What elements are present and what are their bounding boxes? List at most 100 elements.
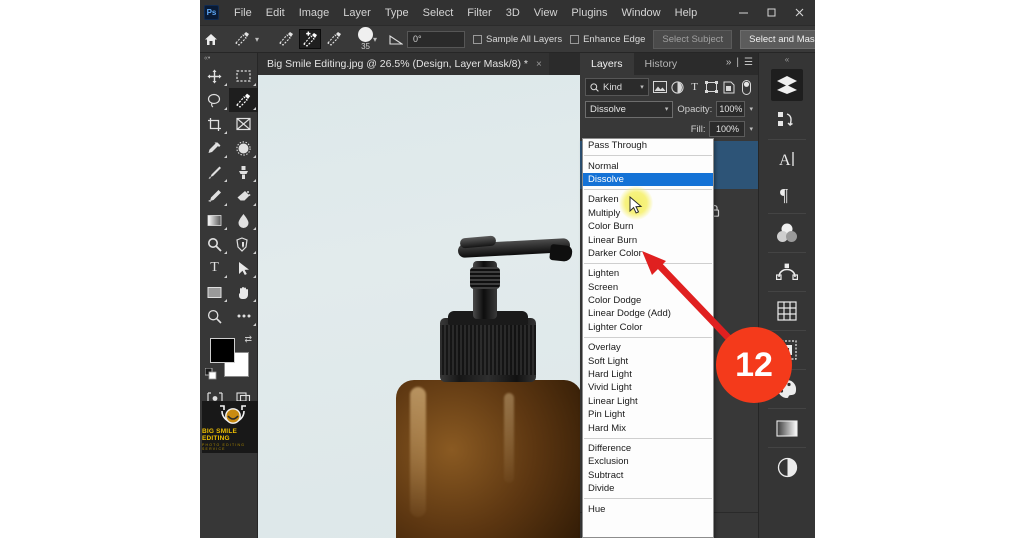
tab-history[interactable]: History — [634, 53, 689, 75]
new-selection-icon[interactable] — [275, 29, 297, 49]
smart-object-filter-icon[interactable] — [723, 78, 736, 96]
close-button[interactable] — [785, 2, 813, 24]
menu-filter[interactable]: Filter — [460, 4, 498, 22]
enhance-edge-checkbox[interactable] — [570, 34, 580, 44]
path-selection-tool[interactable] — [229, 256, 258, 280]
eyedropper-tool[interactable] — [200, 136, 229, 160]
filter-kind-select[interactable]: Kind ▾ — [585, 78, 649, 96]
frame-tool[interactable] — [229, 112, 258, 136]
collapse-dock-icon[interactable]: « — [759, 53, 815, 66]
blend-mode-select[interactable]: Dissolve ▾ — [585, 100, 674, 118]
subtract-from-selection-icon[interactable] — [323, 29, 345, 49]
menu-file[interactable]: File — [227, 4, 259, 22]
chevron-down-icon[interactable]: ▾ — [665, 105, 669, 113]
blur-tool[interactable] — [229, 208, 258, 232]
object-selection-tool[interactable] — [229, 88, 258, 112]
filter-toggle-icon[interactable] — [740, 78, 753, 96]
type-tool[interactable]: T — [200, 256, 229, 280]
collapse-tools-icon[interactable]: «• — [200, 53, 257, 64]
rectangle-tool[interactable] — [200, 280, 229, 304]
zoom-tool[interactable] — [200, 304, 229, 328]
blend-option-normal[interactable]: Normal — [583, 159, 713, 172]
brush-size-picker[interactable]: 35 — [358, 26, 374, 52]
layers-dock-icon[interactable] — [771, 69, 803, 101]
home-icon[interactable] — [204, 27, 218, 51]
sample-all-layers-row[interactable]: Sample All Layers — [473, 34, 562, 45]
image-filter-icon[interactable] — [652, 78, 667, 96]
blend-option-hard-light[interactable]: Hard Light — [583, 368, 713, 381]
paragraph-dock-icon[interactable]: ¶ — [771, 178, 803, 210]
maximize-button[interactable] — [757, 2, 785, 24]
blend-option-exclusion[interactable]: Exclusion — [583, 455, 713, 468]
rectangular-marquee-tool[interactable] — [229, 64, 258, 88]
pattern-dock-icon[interactable] — [771, 295, 803, 327]
dodge-tool[interactable] — [200, 232, 229, 256]
actions-dock-icon[interactable] — [771, 104, 803, 136]
chevron-down-icon[interactable]: ▾ — [373, 35, 377, 44]
default-colors-icon[interactable] — [204, 367, 217, 382]
blend-option-dissolve[interactable]: Dissolve — [583, 172, 713, 187]
panel-menu-icon[interactable]: ☰ — [744, 57, 753, 68]
blend-option-linear-burn[interactable]: Linear Burn — [583, 233, 713, 246]
menu-help[interactable]: Help — [668, 4, 705, 22]
gradient-tool[interactable] — [200, 208, 229, 232]
expand-panel-icon[interactable]: » — [726, 57, 732, 68]
clone-stamp-tool[interactable] — [229, 160, 258, 184]
adjustment-filter-icon[interactable] — [671, 78, 684, 96]
menu-image[interactable]: Image — [292, 4, 337, 22]
blend-option-subtract[interactable]: Subtract — [583, 469, 713, 482]
blend-option-divide[interactable]: Divide — [583, 482, 713, 495]
select-and-mask-button[interactable]: Select and Mask — [740, 29, 815, 49]
minimize-button[interactable] — [729, 2, 757, 24]
chevron-down-icon[interactable]: ▾ — [255, 35, 259, 44]
blend-option-hue[interactable]: Hue — [583, 502, 713, 515]
close-icon[interactable]: × — [536, 59, 542, 70]
opacity-input[interactable]: 100% — [716, 101, 746, 117]
blend-option-vivid-light[interactable]: Vivid Light — [583, 381, 713, 394]
menu-select[interactable]: Select — [416, 4, 461, 22]
menu-window[interactable]: Window — [615, 4, 668, 22]
select-subject-button[interactable]: Select Subject — [653, 29, 733, 49]
blend-option-color-burn[interactable]: Color Burn — [583, 220, 713, 233]
brush-angle-input[interactable]: 0° — [407, 30, 466, 48]
eraser-tool[interactable] — [229, 184, 258, 208]
character-dock-icon[interactable]: A — [771, 143, 803, 175]
blend-option-pass-through[interactable]: Pass Through — [583, 139, 713, 152]
swap-colors-icon[interactable]: ⇄ — [244, 334, 252, 345]
menu-view[interactable]: View — [527, 4, 565, 22]
pen-tool[interactable] — [229, 232, 258, 256]
blend-option-pin-light[interactable]: Pin Light — [583, 408, 713, 421]
hand-tool[interactable] — [229, 280, 258, 304]
chevron-down-icon[interactable]: ▾ — [749, 105, 753, 113]
lasso-tool[interactable] — [200, 88, 229, 112]
blend-option-difference[interactable]: Difference — [583, 442, 713, 455]
add-to-selection-icon[interactable] — [299, 29, 322, 49]
brush-tool[interactable] — [200, 160, 229, 184]
tab-layers[interactable]: Layers — [580, 53, 634, 75]
type-filter-icon[interactable]: T — [688, 78, 701, 96]
enhance-edge-row[interactable]: Enhance Edge — [570, 34, 645, 45]
chevron-down-icon[interactable]: ▾ — [749, 125, 753, 133]
menu-type[interactable]: Type — [378, 4, 416, 22]
move-tool[interactable] — [200, 64, 229, 88]
gradient-fill-dock-icon[interactable] — [771, 412, 803, 444]
history-brush-tool[interactable] — [200, 184, 229, 208]
menu-3d[interactable]: 3D — [499, 4, 527, 22]
menu-plugins[interactable]: Plugins — [564, 4, 614, 22]
tool-preset-picker[interactable]: ▾ — [228, 29, 262, 49]
document-tab[interactable]: Big Smile Editing.jpg @ 26.5% (Design, L… — [258, 53, 549, 75]
sample-all-layers-checkbox[interactable] — [473, 34, 483, 44]
blend-option-hard-mix[interactable]: Hard Mix — [583, 421, 713, 434]
blend-option-darken[interactable]: Darken — [583, 193, 713, 206]
chevron-down-icon[interactable]: ▾ — [640, 83, 644, 91]
blend-option-linear-light[interactable]: Linear Light — [583, 395, 713, 408]
paths-dock-icon[interactable] — [771, 256, 803, 288]
blend-option-multiply[interactable]: Multiply — [583, 207, 713, 220]
more-tools[interactable] — [229, 304, 258, 328]
document-image[interactable] — [258, 75, 582, 538]
adjustments-dock-icon[interactable] — [771, 451, 803, 483]
crop-tool[interactable] — [200, 112, 229, 136]
menu-edit[interactable]: Edit — [259, 4, 292, 22]
fill-input[interactable]: 100% — [709, 121, 746, 137]
menu-layer[interactable]: Layer — [336, 4, 378, 22]
